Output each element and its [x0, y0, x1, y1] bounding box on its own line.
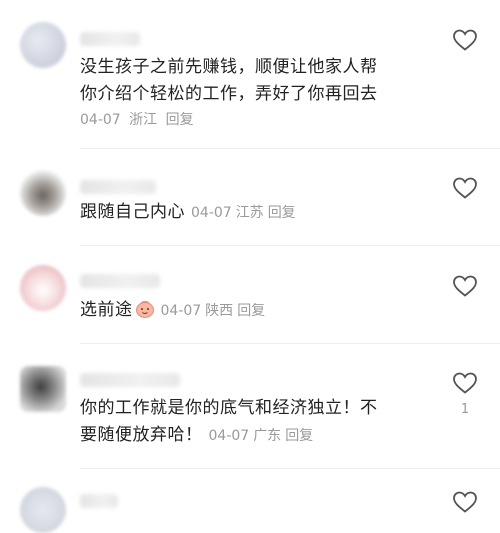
comment-text: 跟随自己内心 04-07 江苏 回复 — [80, 199, 425, 227]
comment-location: 江苏 — [235, 205, 264, 221]
comment-text-line: 要随便放弃哈！ 04-07 广东 回复 — [80, 422, 425, 450]
comment-location: 广东 — [253, 428, 282, 444]
heart-outline-icon[interactable] — [452, 28, 478, 52]
comment-date: 04-07 — [208, 428, 250, 444]
comment-text: 你的工作就是你的底气和经济独立！不 要随便放弃哈！ 04-07 广东 回复 — [80, 395, 425, 450]
reply-link[interactable]: 回复 — [268, 205, 296, 221]
heart-outline-icon[interactable] — [452, 371, 478, 395]
heart-outline-icon[interactable] — [452, 176, 478, 200]
comment-text-line: 没生孩子之前先赚钱，顺便让他家人帮 — [80, 57, 378, 77]
comment-meta: 04-07 广东 回复 — [209, 428, 318, 444]
comment-text: 没生孩子之前先赚钱，顺便让他家人帮 你介绍个轻松的工作，弄好了你再回去 04-0… — [80, 54, 425, 132]
username-blurred[interactable] — [80, 274, 160, 288]
comment-text-line: 你介绍个轻松的工作，弄好了你再回去 — [80, 84, 378, 104]
comment-date: 04-07 — [191, 205, 232, 221]
username-blurred[interactable] — [80, 373, 180, 387]
reply-link[interactable]: 回复 — [166, 112, 194, 128]
comment-date: 04-07 — [80, 112, 121, 128]
smiling-face-emoji — [135, 299, 155, 319]
avatar[interactable] — [20, 22, 66, 68]
comment-text-line: 选前途 — [80, 300, 133, 320]
heart-outline-icon[interactable] — [452, 274, 478, 298]
username-blurred[interactable] — [80, 32, 140, 46]
avatar[interactable] — [20, 366, 66, 412]
comment-text-line: 你的工作就是你的底气和经济独立！不 — [80, 398, 378, 418]
comment-text: 选前途 04-07 陕西 回复 — [80, 297, 425, 325]
username-blurred[interactable] — [80, 180, 156, 194]
comment-meta: 04-07 陕西 回复 — [161, 303, 270, 319]
avatar[interactable] — [20, 170, 66, 216]
reply-link[interactable]: 回复 — [285, 428, 313, 444]
comment-meta: 04-07 浙江 回复 — [80, 108, 425, 132]
comment-text-line: 跟随自己内心 — [80, 202, 185, 222]
comment-location: 陕西 — [205, 303, 234, 319]
like-count: 1 — [460, 402, 470, 417]
divider — [80, 468, 500, 469]
divider — [80, 245, 500, 246]
username-blurred[interactable] — [80, 494, 118, 508]
comment-meta: 04-07 江苏 回复 — [191, 205, 300, 221]
reply-link[interactable]: 回复 — [237, 303, 265, 319]
divider — [80, 148, 500, 149]
divider — [80, 343, 500, 344]
avatar[interactable] — [20, 265, 66, 311]
comment-date: 04-07 — [160, 303, 202, 319]
heart-outline-icon[interactable] — [452, 490, 478, 514]
comment-location: 浙江 — [129, 112, 158, 128]
avatar[interactable] — [20, 487, 66, 533]
